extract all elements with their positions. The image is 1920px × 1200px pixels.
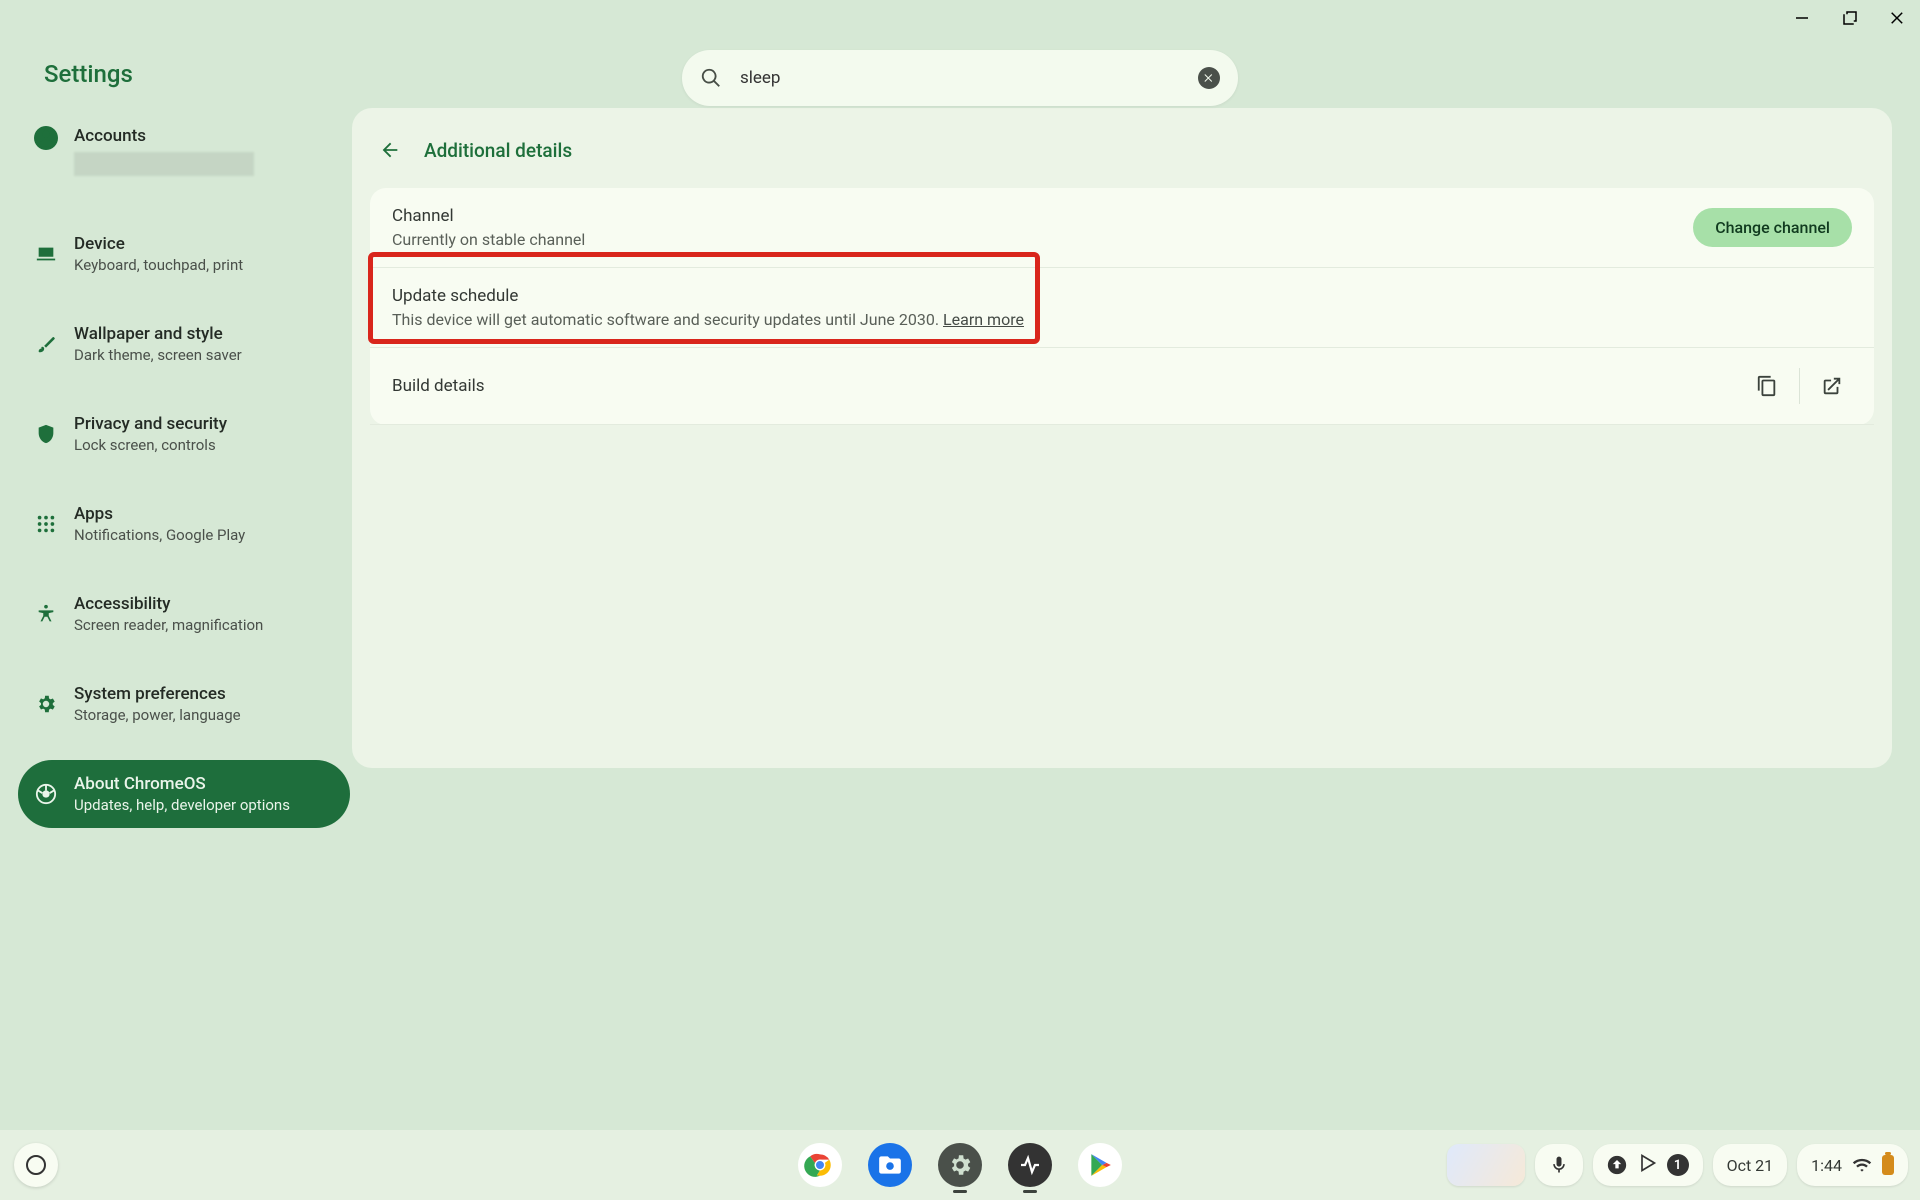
window-titlebar xyxy=(0,0,1920,36)
sidebar-item-subtitle: Screen reader, magnification xyxy=(74,616,263,634)
update-subtitle-text: This device will get automatic software … xyxy=(392,310,943,329)
sidebar-item-privacy[interactable]: Privacy and security Lock screen, control… xyxy=(18,400,350,468)
sidebar-item-subtitle: Updates, help, developer options xyxy=(74,796,290,814)
shelf-app-settings[interactable] xyxy=(938,1143,982,1187)
launcher-button[interactable] xyxy=(14,1143,58,1187)
play-outline-icon xyxy=(1637,1153,1657,1173)
shelf-app-diagnostics[interactable] xyxy=(1008,1143,1052,1187)
app-running-indicator xyxy=(1023,1190,1037,1193)
wifi-icon xyxy=(1852,1155,1872,1175)
sidebar-item-label: System preferences xyxy=(74,684,241,704)
chrome-icon xyxy=(34,782,58,806)
shield-icon xyxy=(34,422,58,446)
shelf: 1 Oct 21 1:44 xyxy=(0,1130,1920,1200)
mic-icon xyxy=(1549,1155,1569,1175)
sidebar-item-device[interactable]: Device Keyboard, touchpad, print xyxy=(18,220,350,288)
window-minimize-button[interactable] xyxy=(1790,6,1814,30)
copy-icon xyxy=(1756,375,1778,397)
quick-settings-pill[interactable]: 1:44 xyxy=(1797,1144,1908,1186)
sidebar-item-label: Device xyxy=(74,234,243,254)
sidebar-item-apps[interactable]: Apps Notifications, Google Play xyxy=(18,490,350,558)
activity-icon xyxy=(1018,1153,1042,1177)
row-title: Build details xyxy=(392,376,1747,396)
row-channel: Channel Currently on stable channel Chan… xyxy=(370,188,1874,268)
row-subtitle: Currently on stable channel xyxy=(392,230,1693,249)
search-clear-button[interactable] xyxy=(1198,67,1220,89)
sidebar-item-system[interactable]: System preferences Storage, power, langua… xyxy=(18,670,350,738)
row-build-details: Build details xyxy=(370,348,1874,425)
folder-icon xyxy=(877,1152,903,1178)
sidebar-item-subtitle: Storage, power, language xyxy=(74,706,241,724)
window-close-button[interactable] xyxy=(1886,6,1910,30)
shelf-app-files[interactable] xyxy=(868,1143,912,1187)
battery-icon xyxy=(1882,1155,1894,1175)
holding-space-thumbnail[interactable] xyxy=(1447,1144,1525,1186)
learn-more-link[interactable]: Learn more xyxy=(943,310,1024,329)
sidebar-item-label: Wallpaper and style xyxy=(74,324,242,344)
search-input[interactable] xyxy=(740,68,1198,88)
sidebar-accounts-title: Accounts xyxy=(74,126,254,146)
laptop-icon xyxy=(34,242,58,266)
notification-count-badge: 1 xyxy=(1667,1154,1689,1176)
copy-build-button[interactable] xyxy=(1747,366,1787,406)
date-pill[interactable]: Oct 21 xyxy=(1713,1144,1788,1186)
app-title: Settings xyxy=(44,60,133,88)
sidebar-item-subtitle: Lock screen, controls xyxy=(74,436,227,454)
accessibility-icon xyxy=(34,602,58,626)
search-icon xyxy=(700,67,722,89)
search-container xyxy=(682,50,1238,106)
shelf-app-playstore[interactable] xyxy=(1078,1143,1122,1187)
row-title: Channel xyxy=(392,206,1693,226)
avatar-icon xyxy=(34,126,58,150)
row-title: Update schedule xyxy=(392,286,1852,306)
page-header: Additional details xyxy=(352,126,1892,188)
launcher-icon xyxy=(26,1155,46,1175)
row-subtitle: This device will get automatic software … xyxy=(392,310,1852,329)
status-area: 1 Oct 21 1:44 xyxy=(1447,1144,1908,1186)
sidebar-item-label: Apps xyxy=(74,504,245,524)
open-external-button[interactable] xyxy=(1812,366,1852,406)
main-layout: Accounts Device Keyboard, touchpad, print… xyxy=(0,108,1920,1118)
settings-rows: Channel Currently on stable channel Chan… xyxy=(370,188,1874,425)
sidebar-item-label: Privacy and security xyxy=(74,414,227,434)
window-maximize-button[interactable] xyxy=(1838,6,1862,30)
sidebar-account-email-redacted xyxy=(74,152,254,176)
sidebar-item-label: Accessibility xyxy=(74,594,263,614)
sidebar-item-label: About ChromeOS xyxy=(74,774,290,794)
arrow-left-icon xyxy=(379,139,401,161)
row-update-schedule: Update schedule This device will get aut… xyxy=(370,268,1874,348)
sidebar-item-wallpaper[interactable]: Wallpaper and style Dark theme, screen sa… xyxy=(18,310,350,378)
brush-icon xyxy=(34,332,58,356)
search-bar[interactable] xyxy=(682,50,1238,106)
dictation-button[interactable] xyxy=(1535,1144,1583,1186)
open-in-new-icon xyxy=(1821,375,1843,397)
content-area: Additional details Channel Currently on … xyxy=(350,108,1920,1118)
chrome-color-icon xyxy=(804,1149,836,1181)
close-icon xyxy=(1203,72,1215,84)
update-icon xyxy=(1607,1155,1627,1175)
divider xyxy=(1799,368,1800,404)
sidebar: Accounts Device Keyboard, touchpad, print… xyxy=(0,108,350,1118)
app-running-indicator xyxy=(953,1190,967,1193)
sidebar-item-subtitle: Notifications, Google Play xyxy=(74,526,245,544)
sidebar-item-about[interactable]: About ChromeOS Updates, help, developer o… xyxy=(18,760,350,828)
sidebar-item-subtitle: Keyboard, touchpad, print xyxy=(74,256,243,274)
content-card: Additional details Channel Currently on … xyxy=(352,108,1892,768)
page-title: Additional details xyxy=(424,139,572,162)
sidebar-item-subtitle: Dark theme, screen saver xyxy=(74,346,242,364)
gear-icon xyxy=(947,1152,973,1178)
apps-grid-icon xyxy=(34,512,58,536)
clock-text: 1:44 xyxy=(1811,1156,1842,1175)
gear-icon xyxy=(34,692,58,716)
back-button[interactable] xyxy=(376,136,404,164)
notifications-pill[interactable]: 1 xyxy=(1593,1144,1703,1186)
shelf-app-chrome[interactable] xyxy=(798,1143,842,1187)
shelf-pinned-apps xyxy=(798,1143,1122,1187)
sidebar-item-accounts[interactable]: Accounts xyxy=(18,112,350,190)
change-channel-button[interactable]: Change channel xyxy=(1693,208,1852,247)
sidebar-item-accessibility[interactable]: Accessibility Screen reader, magnificatio… xyxy=(18,580,350,648)
play-store-icon xyxy=(1087,1152,1113,1178)
